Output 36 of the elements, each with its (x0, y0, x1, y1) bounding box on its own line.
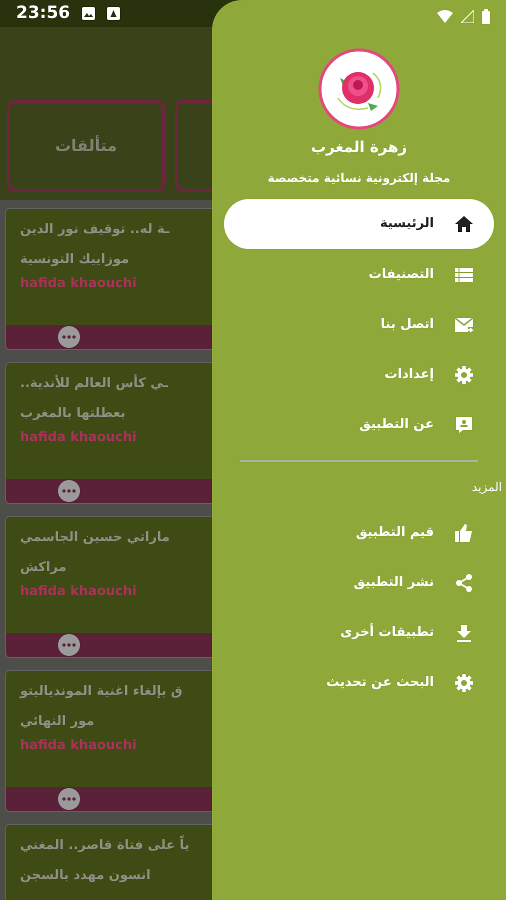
more-icon[interactable] (58, 326, 80, 348)
author-name: hafida khaouchi (20, 429, 137, 447)
signal-icon (461, 10, 474, 23)
wifi-icon (437, 10, 453, 23)
article-title-line: ق بإلغاء اغنية الموندياليتو (20, 683, 184, 701)
settings-icon (454, 364, 474, 384)
settings-icon (454, 672, 474, 692)
section-title: المزيد (472, 478, 502, 496)
share-icon (454, 572, 474, 592)
article-title-line: ياً على فتاة قاصر.. المغني (20, 831, 220, 861)
clock: 23:56 (16, 2, 70, 25)
article-title-line: ـي كأس العالم للأندية.. (20, 373, 169, 393)
image-icon (82, 7, 96, 20)
article-title-line: انسون مهدد بالسجن (20, 867, 152, 885)
battery-icon (482, 9, 490, 24)
article-title-line: ماراتي حسين الجاسمي (20, 529, 171, 547)
article-title-line: ـة له.. توقيف نور الدين (20, 221, 170, 239)
article-title-line: موزاييك التونسية (20, 251, 130, 269)
author-name: hafida khaouchi (20, 275, 137, 293)
feedback-icon (454, 414, 474, 434)
more-icon[interactable] (58, 634, 80, 656)
app-subtitle: مجلة إلكترونية نسائية متخصصة (268, 170, 450, 186)
app-title: زهرة المغرب (310, 137, 408, 158)
article-title-line: بعطلتها بالمغرب (20, 405, 126, 423)
article-title-line: مور النهائي (20, 713, 96, 731)
author-name: hafida khaouchi (20, 737, 137, 755)
menu-item[interactable]: الرئيسية (224, 198, 494, 248)
category-tab[interactable]: متألقات (7, 100, 165, 192)
article-title-line: مراكش (20, 559, 68, 577)
download-icon (454, 622, 474, 642)
home-icon (454, 214, 474, 234)
thumbs-up-icon (454, 522, 474, 542)
more-icon[interactable] (58, 480, 80, 502)
author-name: hafida khaouchi (20, 583, 137, 601)
notification-icon (107, 7, 120, 20)
more-icon[interactable] (58, 788, 80, 810)
